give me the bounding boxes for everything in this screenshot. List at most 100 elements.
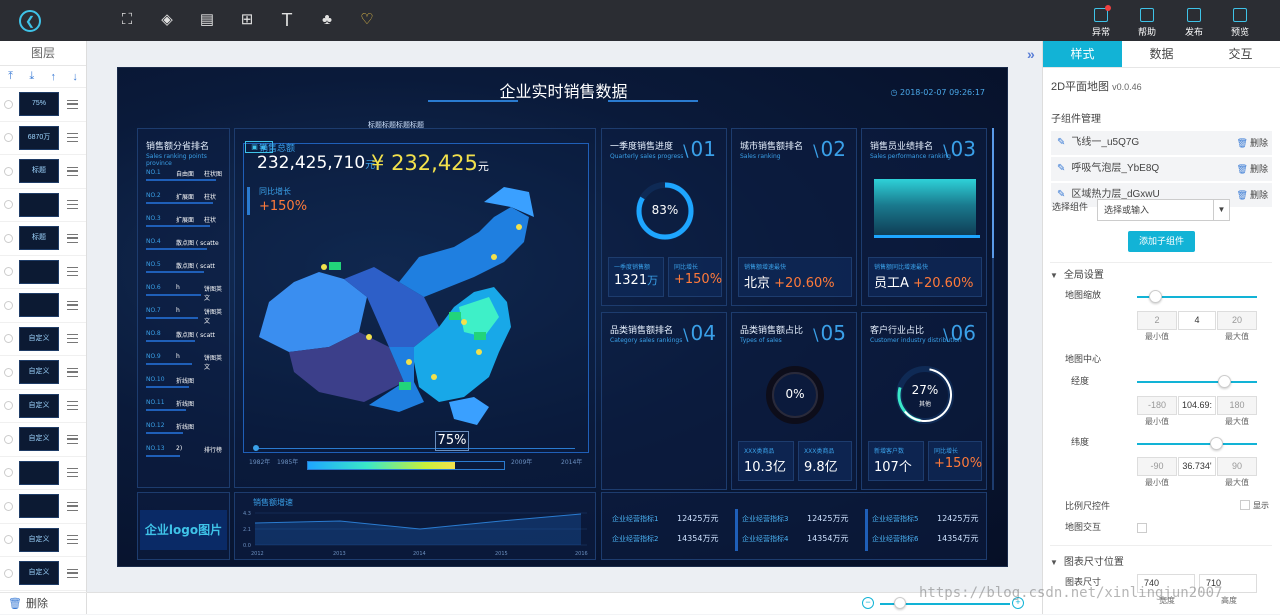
layer-select-radio[interactable] (4, 200, 13, 210)
sub-component-item[interactable]: ✎ 飞线一_u5Q7G 🗑 删除 (1051, 131, 1272, 155)
layer-select-radio[interactable] (4, 434, 13, 444)
drag-handle-icon[interactable] (67, 334, 78, 344)
map-marker[interactable] (399, 382, 411, 390)
drag-handle-icon[interactable] (67, 434, 78, 444)
layer-select-radio[interactable] (4, 133, 13, 143)
drag-handle-icon[interactable] (67, 367, 78, 377)
move-top-icon[interactable]: ⤒ (8, 70, 13, 83)
text-tool-icon[interactable]: T (278, 11, 296, 29)
latitude-slider[interactable] (1137, 443, 1257, 445)
move-up-icon[interactable]: ↑ (51, 71, 57, 83)
sub-component-delete[interactable]: 🗑 删除 (1237, 183, 1268, 207)
preview-button[interactable]: 预览 (1222, 8, 1258, 38)
city-dot[interactable] (476, 349, 482, 355)
layer-row[interactable]: 自定义 (0, 524, 86, 557)
layer-select-radio[interactable] (4, 334, 13, 344)
zoom-min[interactable]: 2 (1137, 311, 1177, 330)
city-dot[interactable] (431, 374, 437, 380)
layer-row[interactable]: 自定义 (0, 557, 86, 591)
layer-row[interactable]: 自定义 (0, 390, 86, 423)
city-dot[interactable] (461, 319, 467, 325)
chart-tool-icon[interactable]: ⛶ (118, 11, 136, 29)
layer-row[interactable]: 75% (0, 88, 86, 122)
latitude-min[interactable]: -90 (1137, 457, 1177, 476)
layer-row[interactable]: 6870万 (0, 122, 86, 155)
city-dot[interactable] (516, 224, 522, 230)
timeline-track[interactable] (255, 448, 575, 449)
map-marker[interactable] (449, 312, 461, 320)
latitude-slider-handle[interactable] (1210, 437, 1223, 450)
edit-icon[interactable]: ✎ (1057, 189, 1065, 200)
city-dot[interactable] (406, 359, 412, 365)
media-tool-icon[interactable]: ▤ (198, 11, 216, 29)
layer-select-radio[interactable] (4, 233, 13, 243)
scale-show-checkbox[interactable] (1240, 500, 1250, 510)
edit-icon[interactable]: ✎ (1057, 137, 1065, 148)
layer-row[interactable] (0, 490, 86, 524)
layer-select-radio[interactable] (4, 367, 13, 377)
drag-handle-icon[interactable] (67, 133, 78, 143)
layer-delete-button[interactable]: 🗑 删除 (0, 592, 87, 614)
help-button[interactable]: 帮助 (1129, 8, 1165, 38)
tab-style[interactable]: 样式 (1043, 41, 1122, 68)
component-tool-icon[interactable]: ⊞ (238, 11, 256, 29)
publish-button[interactable]: 发布 (1176, 8, 1212, 38)
drag-handle-icon[interactable] (67, 535, 78, 545)
layer-select-radio[interactable] (4, 401, 13, 411)
drag-handle-icon[interactable] (67, 401, 78, 411)
region-guangdong[interactable] (449, 397, 489, 425)
map-tool-icon[interactable]: ◈ (158, 11, 176, 29)
canvas-zoom-handle[interactable] (894, 597, 906, 609)
drag-handle-icon[interactable] (67, 501, 78, 511)
latitude-max[interactable]: 90 (1217, 457, 1257, 476)
layer-select-radio[interactable] (4, 535, 13, 545)
collapse-right-icon[interactable]: » (1027, 46, 1035, 62)
layer-select-radio[interactable] (4, 501, 13, 511)
layer-row[interactable] (0, 457, 86, 490)
drag-handle-icon[interactable] (67, 267, 78, 277)
sub-component-delete[interactable]: 🗑 删除 (1237, 157, 1268, 181)
tab-interaction[interactable]: 交互 (1201, 41, 1280, 68)
dashboard-screen[interactable]: 企业实时销售数据 ◷ 2018-02-07 09:26:17 标题标题标题标题 … (117, 67, 1008, 567)
longitude-value[interactable]: 104.69: (1178, 396, 1216, 415)
latitude-value[interactable]: 36.734' (1178, 457, 1216, 476)
longitude-max[interactable]: 180 (1217, 396, 1257, 415)
city-dot[interactable] (321, 264, 327, 270)
layer-row[interactable]: 自定义 (0, 323, 86, 356)
size-position-header[interactable]: ▼ 图表尺寸位置 (1050, 553, 1124, 568)
layer-row[interactable]: 标题 (0, 222, 86, 256)
layer-row[interactable] (0, 256, 86, 289)
tab-data[interactable]: 数据 (1122, 41, 1201, 68)
drag-handle-icon[interactable] (67, 166, 78, 176)
layer-row[interactable]: 自定义 (0, 423, 86, 457)
layer-row[interactable] (0, 189, 86, 222)
global-settings-header[interactable]: ▼ 全局设置 (1050, 266, 1104, 281)
zoom-slider-handle[interactable] (1149, 290, 1162, 303)
drag-handle-icon[interactable] (67, 568, 78, 578)
city-dot[interactable] (491, 254, 497, 260)
zoom-out-icon[interactable]: − (862, 597, 874, 609)
longitude-slider[interactable] (1137, 381, 1257, 383)
zoom-value[interactable]: 4 (1178, 311, 1216, 330)
move-bottom-icon[interactable]: ⤓ (29, 70, 34, 83)
timeline-start-dot[interactable] (253, 445, 259, 451)
alert-button[interactable]: 异常 (1083, 5, 1119, 38)
scrollbar-thumb[interactable] (992, 128, 994, 258)
layer-select-radio[interactable] (4, 568, 13, 578)
drag-handle-icon[interactable] (67, 300, 78, 310)
back-icon[interactable]: ❮ (19, 10, 41, 32)
longitude-min[interactable]: -180 (1137, 396, 1177, 415)
layer-select-radio[interactable] (4, 166, 13, 176)
layer-select-radio[interactable] (4, 99, 13, 109)
sub-component-delete[interactable]: 🗑 删除 (1237, 131, 1268, 155)
layer-select-radio[interactable] (4, 300, 13, 310)
layer-select-radio[interactable] (4, 468, 13, 478)
region-central[interactable] (414, 287, 511, 402)
drag-handle-icon[interactable] (67, 99, 78, 109)
city-dot[interactable] (366, 334, 372, 340)
drag-handle-icon[interactable] (67, 468, 78, 478)
zoom-max[interactable]: 20 (1217, 311, 1257, 330)
drag-handle-icon[interactable] (67, 233, 78, 243)
select-component-input[interactable]: 选择或输入 ▼ (1097, 199, 1230, 221)
material-tool-icon[interactable]: ♣ (318, 11, 336, 29)
